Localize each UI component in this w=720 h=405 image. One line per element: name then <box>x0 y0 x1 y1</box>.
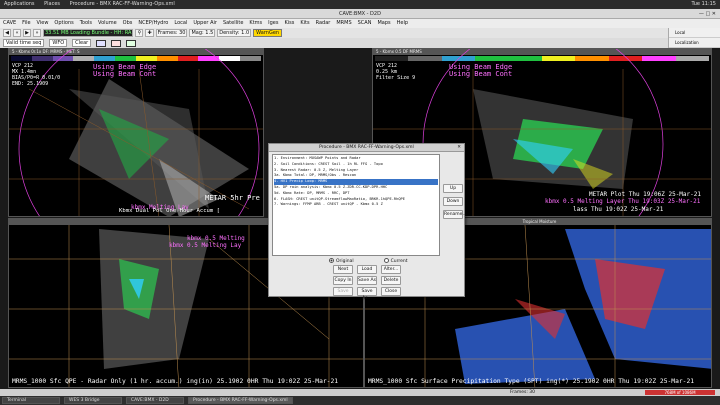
menu-iges[interactable]: Iges <box>268 19 278 28</box>
window-controls[interactable]: — □ ✕ <box>699 9 716 19</box>
menu-help[interactable]: Help <box>397 19 408 28</box>
memory-usage: 768M of 1086M <box>645 390 715 395</box>
fast-back-icon[interactable]: « <box>13 29 21 37</box>
menu-radar[interactable]: Radar <box>316 19 331 28</box>
dialog-buttons: Next Load Alter... Copy In Save As Delet… <box>333 265 403 301</box>
active-app-label: Procedure - BMX RAC-FF-Warning-Ops.xml <box>69 1 175 7</box>
loading-status: 33.51 MB Loading Bundle - HH: RA <box>43 29 134 37</box>
menu-scan[interactable]: SCAN <box>358 19 372 28</box>
radio-original[interactable]: Original <box>329 258 354 264</box>
clock[interactable]: Tue 11:15 <box>691 0 716 9</box>
procedure-list[interactable]: 1. Environment: MUSAWP Points and Radar … <box>272 154 440 256</box>
warngen-button[interactable]: WarnGen <box>253 29 283 37</box>
rename-button[interactable]: Rename... <box>443 210 467 219</box>
menu-kiss[interactable]: Kiss <box>284 19 294 28</box>
frames-status: Frames: 30 <box>510 390 536 395</box>
annotation: METAR Plot Thu 19:06Z 25-Mar-21 <box>589 191 701 198</box>
load-button[interactable]: Load <box>357 265 377 274</box>
task-procedure[interactable]: Procedure - BMX RAC-FF-Warning-Ops.xml <box>188 397 293 404</box>
close-button[interactable]: Close <box>381 287 401 296</box>
radar-info: VCP 212 MX 1.4mn BIAS/P0=R 0.01/0 END: 2… <box>12 63 61 87</box>
clear-button[interactable]: Clear <box>72 39 92 47</box>
perspective-switcher: Local Localization <box>668 28 720 48</box>
annotation: lass Thu 19:02Z 25-Mar-21 <box>573 206 664 213</box>
dialog-title: Procedure - BMX RAC-FF-Warning-Ops.xml <box>319 145 414 150</box>
menu-ncep-hydro[interactable]: NCEP/Hydro <box>138 19 168 28</box>
radar-info: VCP 212 0.25 km Filter Size 9 <box>376 63 416 81</box>
reorder-buttons: Up Down Rename... <box>443 184 467 223</box>
valid-time-select[interactable]: Valid time seq <box>3 39 45 47</box>
down-button[interactable]: Down <box>443 197 463 206</box>
density-select[interactable]: Density: 1.0 <box>217 29 252 37</box>
up-button[interactable]: Up <box>443 184 463 193</box>
window-titlebar: CAVE:BMX - D2D — □ ✕ <box>0 9 720 19</box>
menu-cave[interactable]: CAVE <box>3 19 16 28</box>
menu-file[interactable]: File <box>22 19 30 28</box>
procedure-dialog: Procedure - BMX RAC-FF-Warning-Ops.xml ✕… <box>268 143 467 301</box>
frames-select[interactable]: Frames: 30 <box>155 29 188 37</box>
zoom-icon[interactable]: ⚲ <box>135 29 144 37</box>
status-bar: Frames: 30 768M of 1086M <box>0 389 720 396</box>
menu-mrms[interactable]: MRMS <box>336 19 351 28</box>
menu-ktms[interactable]: Ktms <box>249 19 262 28</box>
menubar: CAVE File View Options Tools Volume Obs … <box>0 19 720 28</box>
menu-local[interactable]: Local <box>174 19 187 28</box>
annotation: METAR 5hr Pre <box>205 194 260 202</box>
mag-select[interactable]: Mag: 1.5 <box>189 29 216 37</box>
annotation: kbmx 0.5 Melting <box>187 235 245 242</box>
menu-tools[interactable]: Tools <box>80 19 92 28</box>
task-terminal[interactable]: Terminal <box>2 397 60 404</box>
menu-options[interactable]: Options <box>54 19 73 28</box>
swatch-icon[interactable] <box>111 39 122 47</box>
pan-icon[interactable]: ✚ <box>145 29 154 37</box>
menu-obs[interactable]: Obs <box>123 19 133 28</box>
perspective-local[interactable]: Local <box>669 28 720 38</box>
window-title: CAVE:BMX - D2D <box>339 11 381 17</box>
taskbar: Terminal WES 3 Bridge CAVE:BMX - D2D Pro… <box>0 396 720 405</box>
annotation: kbmx 0.5 Melting Layer Thu 19:03Z 25-Mar… <box>545 198 701 205</box>
task-cave[interactable]: CAVE:BMX - D2D <box>126 397 184 404</box>
next-button[interactable]: Next <box>333 265 353 274</box>
alter-button[interactable]: Alter... <box>381 265 401 274</box>
secondary-toolbar: Valid time seq WFO Clear <box>0 38 720 48</box>
radio-current[interactable]: Current <box>383 258 408 264</box>
places-menu[interactable]: Places <box>44 1 60 7</box>
dialog-titlebar: Procedure - BMX RAC-FF-Warning-Ops.xml ✕ <box>269 144 464 152</box>
menu-view[interactable]: View <box>37 19 49 28</box>
delete-button[interactable]: Delete <box>381 276 401 285</box>
radio-checked-icon[interactable] <box>329 258 334 263</box>
menu-volume[interactable]: Volume <box>98 19 117 28</box>
copy-out-button[interactable]: Save As <box>357 276 377 285</box>
applications-menu[interactable]: Applications <box>4 1 35 7</box>
main-toolbar: ◀ « ▶ » 33.51 MB Loading Bundle - HH: RA… <box>0 28 720 38</box>
panel-footer: MRMS_1000 Sfc Surface Precipitation Type… <box>368 378 695 385</box>
mode-radio-group: Original Current <box>329 258 408 264</box>
swatch-icon[interactable] <box>126 39 137 47</box>
swatch-icon[interactable] <box>96 39 107 47</box>
annotation: Using Beam Cont <box>93 70 157 78</box>
fast-forward-icon[interactable]: » <box>33 29 41 37</box>
menu-upper-air[interactable]: Upper Air <box>193 19 217 28</box>
save-button[interactable]: Save <box>333 287 353 296</box>
radio-unchecked-icon[interactable] <box>383 258 389 263</box>
menu-maps[interactable]: Maps <box>377 19 390 28</box>
copy-in-button[interactable]: Copy In <box>333 276 353 285</box>
menu-satellite[interactable]: Satellite <box>223 19 243 28</box>
play-icon[interactable]: ▶ <box>23 29 31 37</box>
perspective-localization[interactable]: Localization <box>669 38 720 48</box>
panel-footer: Kbmx Dual Pol One Hour Accum [ <box>119 208 221 214</box>
menu-kits[interactable]: Kits <box>300 19 309 28</box>
step-back-icon[interactable]: ◀ <box>3 29 11 37</box>
annotation: Using Beam Cont <box>449 70 513 78</box>
wfo-select[interactable]: WFO <box>49 39 68 47</box>
task-wes-bridge[interactable]: WES 3 Bridge <box>64 397 122 404</box>
gnome-top-bar: Applications Places Procedure - BMX RAC-… <box>0 0 720 9</box>
annotation: kbmx 0.5 Melting Lay <box>169 242 242 249</box>
panel-footer: MRMS_1000 Sfc QPE - Radar Only (1 hr. ac… <box>12 378 339 385</box>
save-as-button[interactable]: Save As... <box>357 287 377 301</box>
map-panel-top-left[interactable]: 5 - Kbmx 0r.1x DF: MRMS - MET: S VCP 212… <box>8 48 264 217</box>
list-item[interactable]: 7. Warnings: FFMP ARB - CREST unitQP - K… <box>274 202 438 208</box>
close-icon[interactable]: ✕ <box>457 144 461 152</box>
